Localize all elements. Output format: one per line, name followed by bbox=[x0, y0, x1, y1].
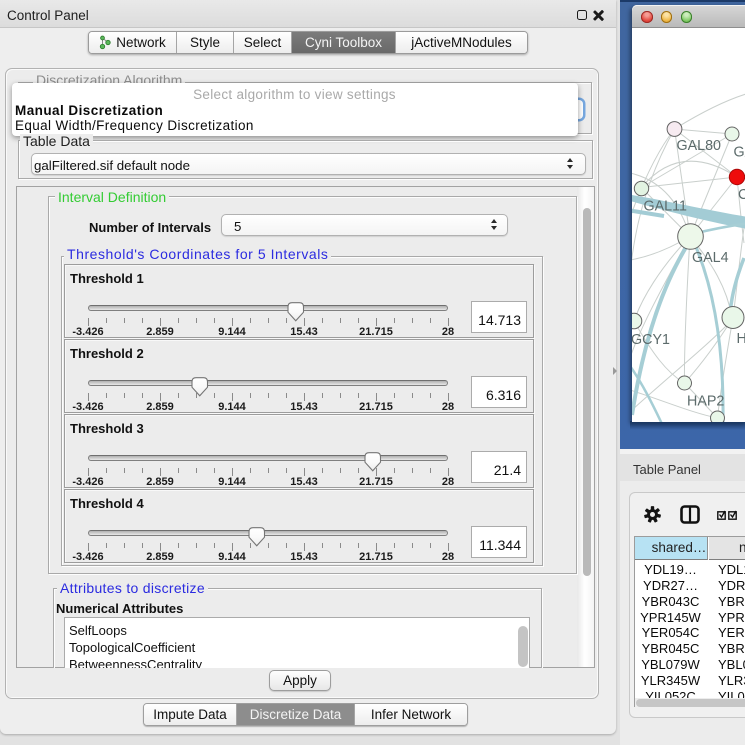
svg-text:C: C bbox=[738, 187, 745, 203]
svg-text:GAL11: GAL11 bbox=[644, 199, 687, 215]
svg-text:GAL80: GAL80 bbox=[677, 138, 722, 154]
svg-text:H: H bbox=[737, 331, 745, 347]
svg-text:HAP2: HAP2 bbox=[687, 394, 724, 410]
svg-text:GCY1: GCY1 bbox=[632, 332, 670, 348]
svg-text:GA: GA bbox=[734, 145, 745, 161]
svg-text:GAL4: GAL4 bbox=[692, 250, 729, 266]
